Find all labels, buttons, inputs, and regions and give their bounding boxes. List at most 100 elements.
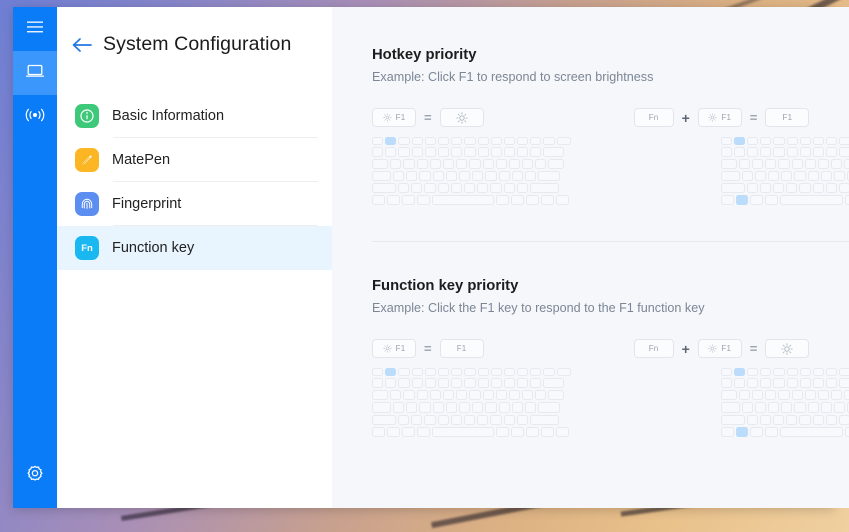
keyboard-key <box>773 183 785 194</box>
sidebar-item-matepen[interactable]: MatePen <box>57 138 332 182</box>
keyboard-key <box>442 390 455 401</box>
keyboard-row <box>372 158 571 169</box>
keyboard-key <box>781 402 793 413</box>
keyboard-key <box>445 402 457 413</box>
keyboard-key <box>746 414 758 425</box>
keyboard-key-f1 <box>385 137 397 145</box>
keyboard-key <box>543 368 555 376</box>
keyboard-key <box>720 426 734 437</box>
sidebar-item-function-key[interactable]: Fn Function key <box>57 226 332 270</box>
keyboard-key <box>398 414 410 425</box>
keyboard-key <box>825 414 838 425</box>
keyboard-key <box>738 390 751 401</box>
rail-item-connect[interactable] <box>13 95 57 139</box>
keyboard-key <box>464 146 476 157</box>
keyboard-key <box>411 183 423 194</box>
desktop-background: System Configuration Basic Information M… <box>0 0 849 532</box>
keyboard-key <box>833 170 846 182</box>
keyboard-key <box>401 426 415 437</box>
keycap-label: F1 <box>395 113 406 122</box>
keyboard-key <box>477 146 489 157</box>
keyboard-row <box>720 426 849 437</box>
keyboard-key <box>760 137 772 145</box>
keyboard-key <box>812 137 825 145</box>
keyboard-key <box>548 390 565 401</box>
keyboard-key <box>754 402 767 413</box>
keycap-fn: Fn <box>633 108 674 127</box>
keyboard-key <box>799 183 811 194</box>
keyboard-key <box>540 426 554 437</box>
keyboard-key <box>773 137 785 145</box>
keyboard-key <box>768 170 780 182</box>
keyboard-key <box>555 426 569 437</box>
sidebar-item-fingerprint[interactable]: Fingerprint <box>57 182 332 226</box>
keyboard-key <box>826 146 838 157</box>
keyboard-key <box>390 158 402 169</box>
keyboard-key <box>503 414 515 425</box>
keyboard-key <box>799 414 811 425</box>
rail-item-settings[interactable] <box>13 454 57 498</box>
keyboard-key <box>812 377 825 389</box>
keyboard-key <box>372 368 384 376</box>
keyboard-key <box>437 183 449 194</box>
keyboard-key <box>750 426 764 437</box>
rail-item-menu[interactable] <box>13 7 57 51</box>
keyboard-key <box>372 402 392 413</box>
keyboard-illustration-row <box>372 137 849 206</box>
keyboard-key <box>799 377 811 389</box>
back-arrow-icon[interactable] <box>71 36 93 54</box>
keycap-brightness <box>439 108 484 127</box>
keyboard-key <box>411 368 423 376</box>
sidebar-item-basic-information[interactable]: Basic Information <box>57 94 332 138</box>
keyboard-key <box>812 183 824 194</box>
keyboard-key <box>548 158 565 169</box>
keyboard-key <box>773 377 785 389</box>
keyboard-key <box>844 158 849 169</box>
keyboard-key <box>390 390 402 401</box>
keyboard-key-fn <box>735 426 749 437</box>
keyboard-right <box>720 137 849 206</box>
keyboard-key <box>812 368 825 376</box>
keyboard-row <box>372 426 571 437</box>
keyboard-key <box>529 183 560 194</box>
keyboard-key <box>517 137 529 145</box>
keyboard-key <box>833 402 846 413</box>
keyboard-key <box>791 390 803 401</box>
keyboard-key <box>517 146 529 157</box>
section-title: Hotkey priority <box>372 47 477 63</box>
keyboard-key <box>820 170 832 182</box>
keyboard-key <box>747 137 759 145</box>
keyboard-key <box>495 158 507 169</box>
keyboard-left <box>372 137 571 206</box>
keyboard-key <box>398 368 410 376</box>
keyboard-key-fn <box>386 426 400 437</box>
rail-item-device[interactable] <box>13 51 57 95</box>
keyboard-row <box>720 183 849 194</box>
keyboard-key <box>765 390 777 401</box>
keycap-f1-brightness: F1 <box>372 339 416 359</box>
formula-right: Fn + F1 = <box>633 108 810 127</box>
keyboard-key <box>511 426 524 437</box>
keyboard-key <box>720 137 732 145</box>
keyboard-key <box>780 426 843 437</box>
info-circle-icon <box>75 104 99 128</box>
keyboard-key <box>538 402 560 413</box>
keyboard-row <box>372 146 571 157</box>
keyboard-key <box>424 377 436 389</box>
keyboard-key <box>477 414 489 425</box>
keyboard-key <box>437 377 450 389</box>
keyboard-key <box>511 195 524 206</box>
operator-equals: = <box>424 341 432 357</box>
sidebar-nav-list: Basic Information MatePen Fingerprint Fn… <box>57 94 332 270</box>
keyboard-key <box>490 137 502 145</box>
keyboard-key <box>844 426 849 437</box>
keyboard-key <box>760 368 772 376</box>
keyboard-key <box>451 146 463 157</box>
keyboard-row <box>372 137 571 145</box>
keyboard-row <box>720 137 849 145</box>
content-area: Hotkey priority Example: Click F1 to res… <box>332 7 849 508</box>
keyboard-key <box>720 183 745 194</box>
keyboard-key <box>741 170 753 182</box>
keycap-formula-row: F1 = F1 Fn + F1 = <box>372 315 849 359</box>
section-title: Function key priority <box>372 278 519 295</box>
